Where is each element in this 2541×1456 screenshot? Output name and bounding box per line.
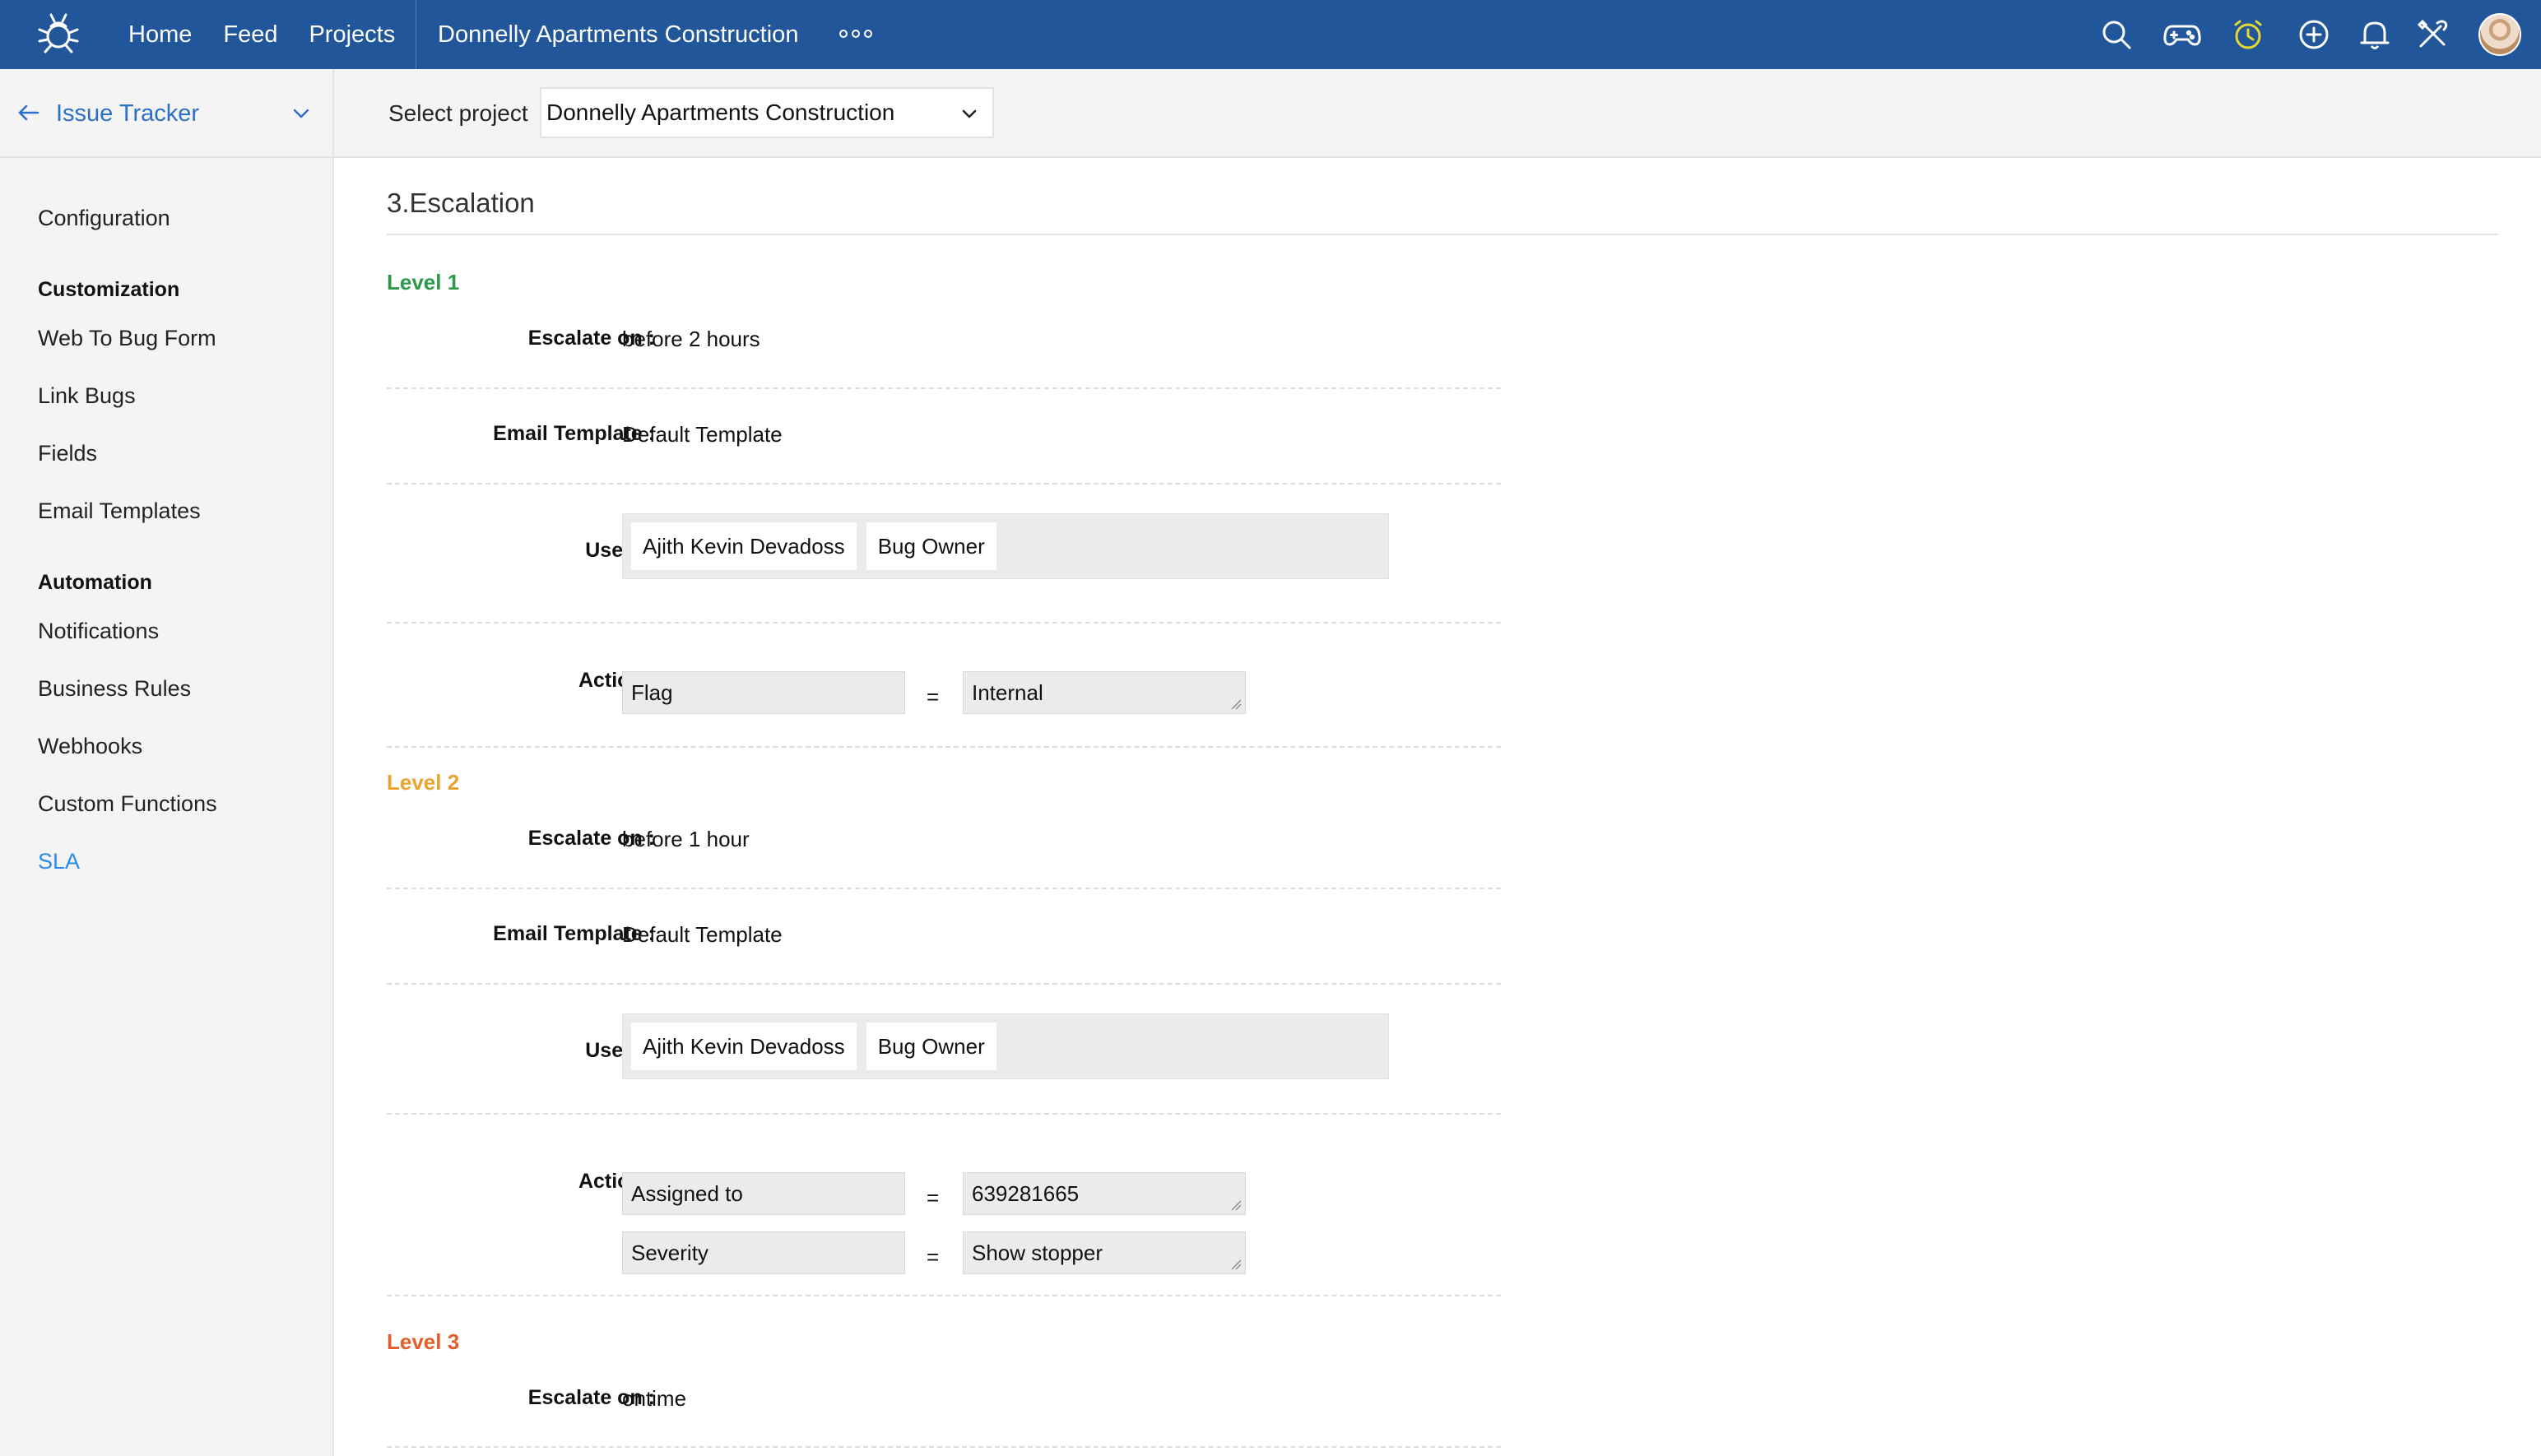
- sidebar-header: Issue Tracker: [0, 69, 332, 158]
- resize-grip-icon[interactable]: [1230, 698, 1242, 710]
- nav-projects[interactable]: Projects: [309, 21, 395, 49]
- sidebar-item-sla[interactable]: SLA: [38, 849, 80, 874]
- timer-icon[interactable]: [2228, 15, 2268, 54]
- resize-grip-icon[interactable]: [1230, 1259, 1242, 1270]
- user-chip[interactable]: Bug Owner: [866, 1022, 996, 1070]
- project-select[interactable]: Donnelly Apartments Construction: [540, 87, 994, 138]
- user-chip[interactable]: Ajith Kevin Devadoss: [631, 522, 857, 570]
- level-2-action-value[interactable]: 639281665: [963, 1172, 1246, 1215]
- project-select-value: Donnelly Apartments Construction: [546, 100, 895, 125]
- nav-feed[interactable]: Feed: [223, 21, 277, 49]
- sidebar: Issue Tracker Configuration Customizatio…: [0, 69, 334, 1456]
- row-divider: [387, 746, 1501, 748]
- chevron-down-icon[interactable]: [290, 102, 313, 125]
- level-3-heading: Level 3: [387, 1329, 460, 1354]
- email-template-label: Email Template :: [493, 922, 655, 945]
- row-divider: [387, 622, 1501, 624]
- level-2-action-value[interactable]: Show stopper: [963, 1231, 1246, 1274]
- row-divider: [387, 1113, 1501, 1115]
- sidebar-item-business-rules[interactable]: Business Rules: [38, 676, 191, 702]
- users-label: Users :: [585, 1039, 655, 1062]
- level-2-escalate-on-value: before 1 hour: [622, 827, 750, 851]
- user-avatar[interactable]: [2478, 13, 2521, 56]
- row-divider: [387, 387, 1501, 389]
- chevron-down-icon: [962, 109, 977, 118]
- escalation-panel: 3.Escalation Level 1 Escalate on : befor…: [334, 158, 2541, 1456]
- action-label: Action :: [578, 669, 655, 692]
- action-value-text: Show stopper: [972, 1240, 1103, 1265]
- gamepad-icon[interactable]: [2162, 15, 2202, 54]
- project-bar: Select project Donnelly Apartments Const…: [334, 69, 2541, 158]
- search-icon[interactable]: [2097, 15, 2136, 54]
- users-label: Users :: [585, 539, 655, 562]
- row-divider: [387, 888, 1501, 889]
- section-divider: [387, 234, 2498, 235]
- row-divider: [387, 1295, 1501, 1296]
- escalate-on-label: Escalate on :: [527, 1386, 655, 1409]
- bug-logo-icon[interactable]: [33, 8, 84, 59]
- level-1-escalate-on-value: before 2 hours: [622, 327, 760, 351]
- row-divider: [387, 483, 1501, 485]
- level-1-action-field[interactable]: Flag: [622, 671, 905, 714]
- level-1-users-box[interactable]: Ajith Kevin Devadoss Bug Owner: [622, 513, 1389, 579]
- add-icon[interactable]: [2294, 15, 2334, 54]
- sidebar-item-webhooks[interactable]: Webhooks: [38, 734, 142, 759]
- sidebar-item-configuration[interactable]: Configuration: [38, 206, 170, 231]
- level-2-action-field[interactable]: Assigned to: [622, 1172, 905, 1215]
- project-title[interactable]: Donnelly Apartments Construction: [438, 0, 798, 69]
- action-label: Action :: [578, 1170, 655, 1193]
- user-chip[interactable]: Bug Owner: [866, 522, 996, 570]
- sidebar-group-customization: Customization: [38, 278, 180, 301]
- user-chip[interactable]: Ajith Kevin Devadoss: [631, 1022, 857, 1070]
- top-bar: Home Feed Projects Donnelly Apartments C…: [0, 0, 2541, 69]
- sidebar-item-fields[interactable]: Fields: [38, 441, 97, 466]
- tools-icon[interactable]: [2413, 15, 2452, 54]
- more-options-icon[interactable]: [839, 30, 872, 38]
- row-divider: [387, 1446, 1501, 1448]
- level-1-email-template-value: Default Template: [622, 422, 783, 447]
- level-2-users-box[interactable]: Ajith Kevin Devadoss Bug Owner: [622, 1013, 1389, 1079]
- sidebar-title[interactable]: Issue Tracker: [56, 69, 199, 158]
- main-nav: Home Feed Projects: [128, 0, 426, 69]
- sidebar-group-automation: Automation: [38, 571, 152, 594]
- action-value-text: 639281665: [972, 1181, 1080, 1206]
- sidebar-item-notifications[interactable]: Notifications: [38, 619, 159, 644]
- equals-sign: =: [927, 1185, 940, 1210]
- select-project-label: Select project: [388, 100, 528, 126]
- sidebar-item-link-bugs[interactable]: Link Bugs: [38, 383, 136, 409]
- escalate-on-label: Escalate on :: [527, 327, 655, 350]
- section-title: 3.Escalation: [387, 188, 535, 218]
- back-arrow-icon[interactable]: [15, 99, 43, 127]
- level-1-action-value[interactable]: Internal: [963, 671, 1246, 714]
- level-2-action-field[interactable]: Severity: [622, 1231, 905, 1274]
- equals-sign: =: [927, 1245, 940, 1269]
- level-3-escalate-on-value: ontime: [622, 1386, 687, 1411]
- email-template-label: Email Template :: [493, 422, 655, 445]
- nav-home[interactable]: Home: [128, 21, 192, 49]
- sidebar-item-email-templates[interactable]: Email Templates: [38, 498, 201, 524]
- escalate-on-label: Escalate on :: [527, 827, 655, 850]
- resize-grip-icon[interactable]: [1230, 1199, 1242, 1211]
- action-value-text: Internal: [972, 680, 1043, 705]
- row-divider: [387, 983, 1501, 985]
- sidebar-item-web-to-bug-form[interactable]: Web To Bug Form: [38, 326, 216, 351]
- equals-sign: =: [927, 684, 940, 709]
- level-2-heading: Level 2: [387, 770, 460, 795]
- level-1-heading: Level 1: [387, 270, 460, 294]
- sidebar-item-custom-functions[interactable]: Custom Functions: [38, 791, 217, 817]
- bell-icon[interactable]: [2355, 15, 2395, 54]
- level-2-email-template-value: Default Template: [622, 922, 783, 947]
